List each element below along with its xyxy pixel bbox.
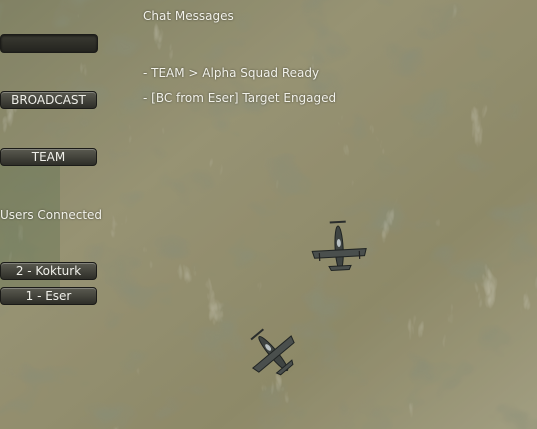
broadcast-button[interactable]: BROADCAST — [0, 91, 97, 109]
chat-title: Chat Messages — [143, 9, 234, 23]
chat-message: - TEAM > Alpha Squad Ready — [143, 66, 320, 80]
team-button[interactable]: TEAM — [0, 148, 97, 166]
user-button-eser[interactable]: 1 - Eser — [0, 287, 97, 305]
fighter-plane-icon[interactable] — [306, 218, 372, 274]
chat-input[interactable] — [0, 34, 98, 53]
fighter-plane-icon[interactable] — [242, 322, 302, 382]
user-button-kokturk[interactable]: 2 - Kokturk — [0, 262, 97, 280]
chat-message: - [BC from Eser] Target Engaged — [143, 91, 337, 105]
users-connected-title: Users Connected — [0, 208, 103, 222]
